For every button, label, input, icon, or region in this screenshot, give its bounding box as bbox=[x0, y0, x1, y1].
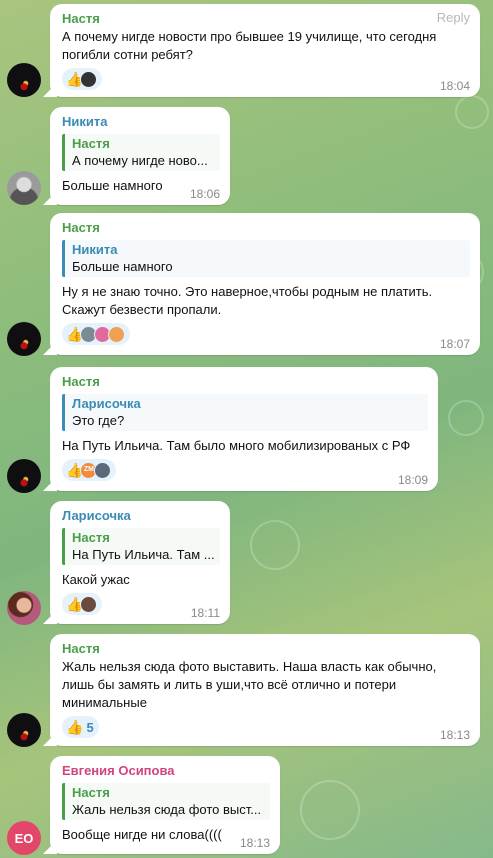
wallpaper-doodle bbox=[300, 780, 360, 840]
timestamp: 18:04 bbox=[439, 79, 470, 93]
message-text: А почему нигде новости про бывшее 19 учи… bbox=[62, 29, 440, 62]
wallpaper-doodle bbox=[448, 400, 484, 436]
sender-name[interactable]: Ларисочка bbox=[62, 507, 220, 525]
message-bubble[interactable]: Евгения Осипова Настя Жаль нельзя сюда ф… bbox=[50, 756, 280, 854]
wallpaper-doodle bbox=[455, 95, 489, 129]
sender-name[interactable]: Евгения Осипова bbox=[62, 762, 270, 780]
quoted-reply[interactable]: Настя Жаль нельзя сюда фото выст... bbox=[62, 783, 270, 820]
message-bubble[interactable]: Настя Жаль нельзя сюда фото выставить. Н… bbox=[50, 634, 480, 746]
reactions-row: 👍 ZM bbox=[62, 459, 428, 481]
reply-button[interactable]: Reply bbox=[437, 10, 470, 25]
quoted-sender: Никита bbox=[72, 242, 118, 257]
sender-name[interactable]: Настя bbox=[62, 640, 470, 658]
message-text: Ну я не знаю точно. Это наверное,чтобы р… bbox=[62, 284, 436, 317]
timestamp: 18:13 bbox=[439, 728, 470, 742]
message[interactable]: Настя Ларисочка Это где? На Путь Ильича.… bbox=[50, 367, 438, 491]
message-text: Вообще нигде ни слова(((( bbox=[62, 827, 222, 842]
message-bubble[interactable]: Никита Настя А почему нигде ново... Боль… bbox=[50, 107, 230, 205]
timestamp: 18:06 bbox=[189, 187, 220, 201]
quoted-sender: Настя bbox=[72, 530, 110, 545]
avatar[interactable] bbox=[7, 591, 41, 625]
reactions-row: 👍 5 bbox=[62, 716, 470, 738]
reaction-pill[interactable]: 👍 bbox=[62, 593, 103, 615]
sender-name[interactable]: Никита bbox=[62, 113, 220, 131]
message[interactable]: Настя Никита Больше намного Ну я не знаю… bbox=[50, 213, 480, 355]
avatar[interactable] bbox=[7, 63, 41, 97]
sender-name[interactable]: Настя bbox=[62, 219, 470, 237]
quoted-text: Жаль нельзя сюда фото выст... bbox=[72, 802, 262, 817]
quoted-reply[interactable]: Настя А почему нигде ново... bbox=[62, 134, 220, 171]
message-bubble[interactable]: Настя Никита Больше намного Ну я не знаю… bbox=[50, 213, 480, 355]
reaction-pill[interactable]: 👍 ZM bbox=[62, 459, 117, 481]
timestamp: 18:13 bbox=[239, 836, 270, 850]
timestamp: 18:11 bbox=[190, 606, 220, 620]
sender-name[interactable]: Настя bbox=[62, 10, 470, 28]
avatar[interactable] bbox=[7, 171, 41, 205]
reaction-count: 5 bbox=[86, 719, 94, 735]
reactor-avatar bbox=[94, 461, 112, 479]
avatar[interactable] bbox=[7, 713, 41, 747]
reactions-row: 👍 bbox=[62, 323, 470, 345]
message[interactable]: Никита Настя А почему нигде ново... Боль… bbox=[50, 107, 230, 205]
timestamp: 18:07 bbox=[439, 337, 470, 351]
quoted-reply[interactable]: Настя На Путь Ильича. Там ... bbox=[62, 528, 220, 565]
reaction-pill[interactable]: 👍 bbox=[62, 323, 131, 345]
quoted-sender: Ларисочка bbox=[72, 396, 141, 411]
quoted-reply[interactable]: Ларисочка Это где? bbox=[62, 394, 428, 431]
avatar[interactable]: ЕО bbox=[7, 821, 41, 855]
reactor-avatar bbox=[80, 595, 98, 613]
message[interactable]: Настя Reply А почему нигде новости про б… bbox=[50, 4, 480, 97]
message-bubble[interactable]: Ларисочка Настя На Путь Ильича. Там ... … bbox=[50, 501, 230, 624]
quoted-text: Больше намного bbox=[72, 259, 173, 274]
reactor-avatar bbox=[80, 70, 98, 88]
quoted-sender: Настя bbox=[72, 136, 110, 151]
message[interactable]: Ларисочка Настя На Путь Ильича. Там ... … bbox=[50, 501, 230, 624]
message-bubble[interactable]: Настя Reply А почему нигде новости про б… bbox=[50, 4, 480, 97]
message-text: На Путь Ильича. Там было много мобилизир… bbox=[62, 438, 411, 453]
quoted-sender: Настя bbox=[72, 785, 110, 800]
timestamp: 18:09 bbox=[397, 473, 428, 487]
message-bubble[interactable]: Настя Ларисочка Это где? На Путь Ильича.… bbox=[50, 367, 438, 491]
message-text: Какой ужас bbox=[62, 572, 130, 587]
reaction-pill[interactable]: 👍 5 bbox=[62, 716, 99, 738]
reactions-row: 👍 bbox=[62, 68, 470, 90]
thumbs-up-icon: 👍 bbox=[66, 719, 84, 735]
avatar[interactable] bbox=[7, 459, 41, 493]
reaction-pill[interactable]: 👍 bbox=[62, 68, 103, 90]
sender-name[interactable]: Настя bbox=[62, 373, 428, 391]
message[interactable]: Настя Жаль нельзя сюда фото выставить. Н… bbox=[50, 634, 480, 746]
quoted-text: Это где? bbox=[72, 413, 125, 428]
message[interactable]: Евгения Осипова Настя Жаль нельзя сюда ф… bbox=[50, 756, 280, 854]
quoted-text: А почему нигде ново... bbox=[72, 153, 208, 168]
avatar[interactable] bbox=[7, 322, 41, 356]
message-text: Жаль нельзя сюда фото выставить. Наша вл… bbox=[62, 659, 440, 710]
quoted-text: На Путь Ильича. Там ... bbox=[72, 547, 215, 562]
quoted-reply[interactable]: Никита Больше намного bbox=[62, 240, 470, 277]
reactor-avatar bbox=[108, 325, 126, 343]
wallpaper-doodle bbox=[250, 520, 300, 570]
